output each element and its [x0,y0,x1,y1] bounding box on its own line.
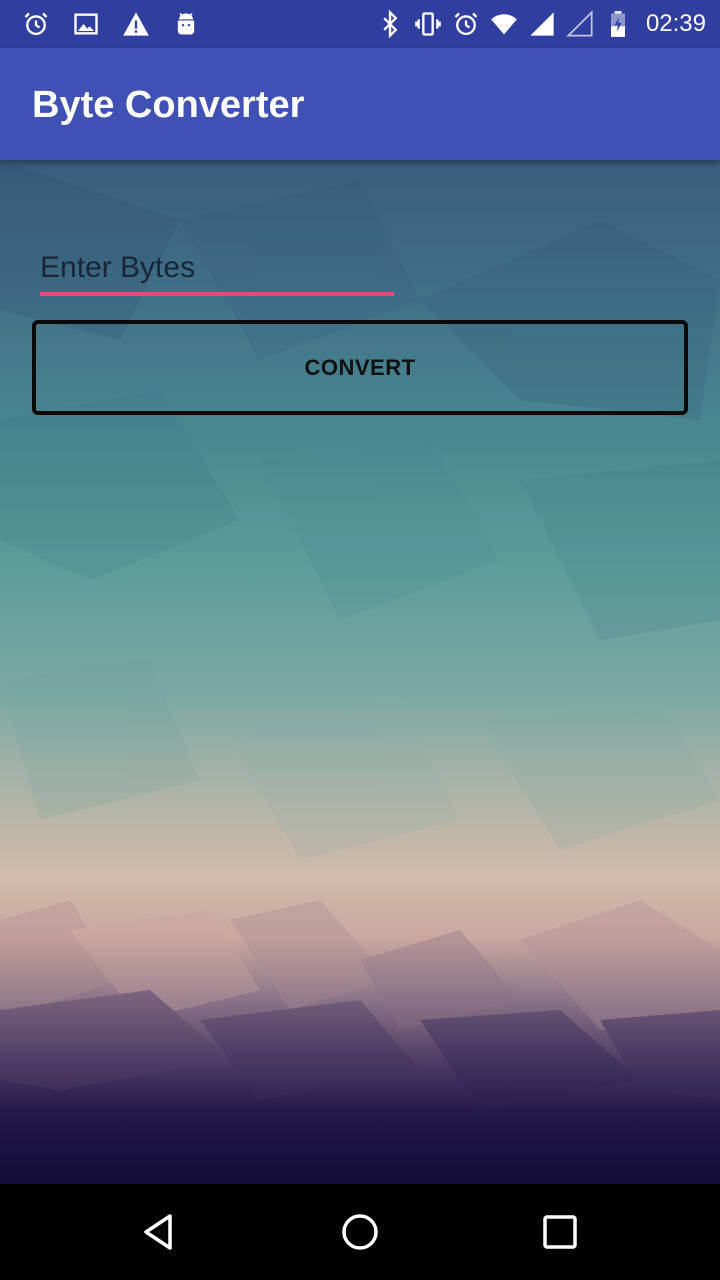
warning-icon [122,10,150,38]
alarm-icon [22,10,50,38]
alarm-icon [452,10,480,38]
recents-icon[interactable] [536,1208,584,1256]
app-title: Byte Converter [32,84,305,126]
bluetooth-icon [376,10,404,38]
back-icon[interactable] [136,1208,184,1256]
wifi-icon [490,10,518,38]
convert-button[interactable]: CONVERT [32,320,688,415]
home-icon[interactable] [336,1208,384,1256]
navigation-bar [0,1184,720,1280]
vibrate-icon [414,10,442,38]
signal-empty-icon [566,10,594,38]
android-icon [172,10,200,38]
bytes-input[interactable] [40,244,394,296]
main-content: CONVERT [0,160,720,1184]
image-icon [72,10,100,38]
signal-icon [528,10,556,38]
status-bar: 02:39 [0,0,720,48]
app-bar: Byte Converter [0,48,720,160]
convert-button-label: CONVERT [304,354,416,380]
background-image [0,160,720,1110]
status-left-icons [22,0,200,48]
status-clock: 02:39 [645,10,706,37]
battery-icon [604,10,632,38]
status-right-icons: 02:39 [376,0,706,48]
